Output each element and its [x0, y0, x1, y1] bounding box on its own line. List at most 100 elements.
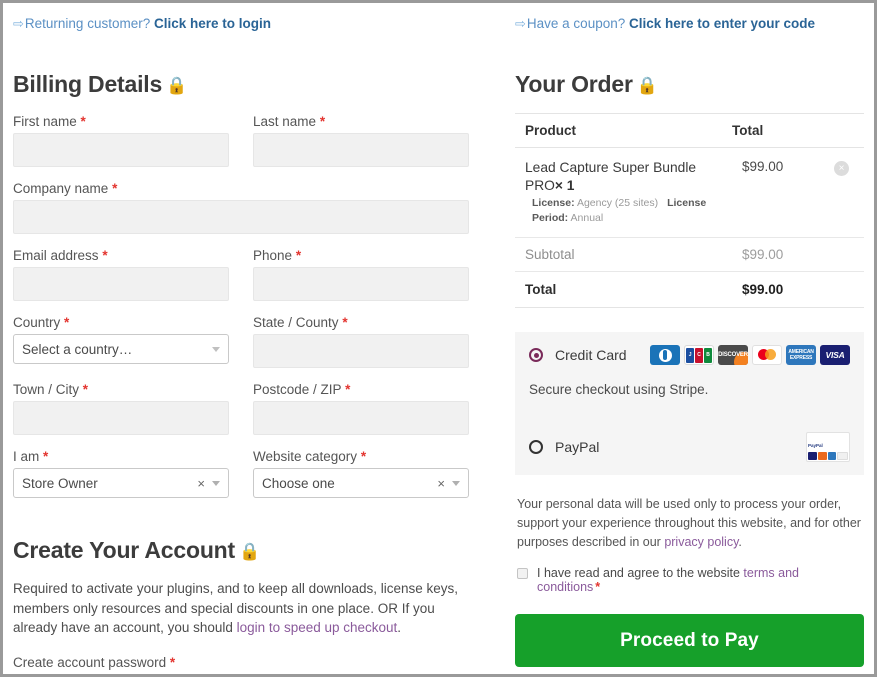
company-name-input[interactable]	[13, 200, 469, 234]
remove-item-icon[interactable]: ×	[834, 161, 849, 176]
required-marker: *	[342, 315, 348, 330]
required-marker: *	[295, 248, 302, 263]
visa-icon: VISA	[820, 345, 850, 365]
paypal-card-strip	[808, 452, 848, 460]
required-marker: *	[82, 382, 89, 397]
password-label: Create account password *	[13, 654, 469, 671]
lock-icon: 🔒	[166, 76, 188, 95]
website-category-label: Website category *	[253, 448, 469, 465]
phone-input[interactable]	[253, 267, 469, 301]
required-marker: *	[169, 654, 176, 670]
product-column-header: Product	[515, 113, 732, 148]
your-order-label: Your Order	[515, 71, 633, 97]
coupon-text: Have a coupon?	[526, 16, 626, 31]
website-category-select-value: Choose one	[262, 475, 335, 491]
last-name-input[interactable]	[253, 133, 469, 167]
create-account-title: Create Your Account 🔒	[13, 537, 469, 565]
required-marker: *	[64, 315, 70, 330]
postcode-field-group: Postcode / ZIP *	[253, 381, 469, 435]
i-am-select[interactable]: Store Owner ×	[13, 468, 229, 498]
required-marker: *	[319, 114, 326, 129]
company-name-label: Company name *	[13, 180, 469, 197]
last-name-field-group: Last name *	[253, 113, 469, 167]
state-field-group: State / County *	[253, 314, 469, 368]
order-table-header-row: Product Total	[515, 113, 864, 148]
required-marker: *	[595, 580, 601, 594]
license-period-value: Annual	[570, 212, 604, 224]
state-label-text: State / County	[253, 315, 339, 330]
clear-icon[interactable]: ×	[197, 477, 205, 490]
returning-customer-notice: ⇨Returning customer? Click here to login	[13, 15, 469, 33]
login-link[interactable]: Click here to login	[154, 16, 271, 31]
billing-details-label: Billing Details	[13, 71, 163, 97]
payment-method-paypal[interactable]: PayPal PayPal	[515, 419, 864, 475]
credit-card-radio[interactable]	[529, 348, 543, 362]
product-quantity: × 1	[554, 178, 575, 193]
total-row: Total $99.00	[515, 271, 864, 308]
order-summary-table: Product Total Lead Capture Super Bundle …	[515, 113, 864, 308]
paypal-badge-label: PayPal	[808, 443, 823, 448]
first-name-label-text: First name	[13, 114, 77, 129]
phone-label-text: Phone	[253, 248, 293, 263]
lock-icon: 🔒	[239, 542, 261, 561]
proceed-to-pay-button[interactable]: Proceed to Pay	[515, 614, 864, 667]
terms-checkbox[interactable]	[517, 568, 528, 579]
i-am-field-group: I am * Store Owner ×	[13, 448, 229, 498]
city-input[interactable]	[13, 401, 229, 435]
state-label: State / County *	[253, 314, 469, 331]
email-input[interactable]	[13, 267, 229, 301]
required-marker: *	[43, 449, 49, 464]
discover-icon: DISCOVER	[718, 345, 748, 365]
password-input[interactable]	[13, 673, 469, 674]
first-name-input[interactable]	[13, 133, 229, 167]
terms-agreement: I have read and agree to the website ter…	[515, 566, 864, 594]
paypal-radio[interactable]	[529, 440, 543, 454]
billing-details-title: Billing Details 🔒	[13, 71, 469, 99]
country-select-value: Select a country…	[22, 341, 133, 357]
state-input[interactable]	[253, 334, 469, 368]
first-name-label: First name *	[13, 113, 229, 130]
product-meta: License: Agency (25 sites) License Period…	[525, 196, 732, 226]
paypal-label: PayPal	[555, 439, 600, 455]
privacy-policy-link[interactable]: privacy policy	[664, 535, 738, 549]
password-field-group: Create account password *	[13, 654, 469, 674]
coupon-link[interactable]: Click here to enter your code	[629, 16, 815, 31]
total-value: $99.00	[742, 282, 784, 297]
clear-icon[interactable]: ×	[437, 477, 445, 490]
your-order-title: Your Order 🔒	[515, 71, 864, 99]
website-category-field-group: Website category * Choose one ×	[253, 448, 469, 498]
total-column-header: Total	[732, 113, 824, 148]
paypal-badge-icon: PayPal	[806, 432, 850, 462]
order-column: ⇨Have a coupon? Click here to enter your…	[479, 11, 864, 674]
account-blurb-part2: .	[397, 620, 402, 635]
postcode-input[interactable]	[253, 401, 469, 435]
visa-text: VISA	[825, 350, 845, 360]
chevron-down-icon	[212, 346, 220, 352]
phone-label: Phone *	[253, 247, 469, 264]
company-name-label-text: Company name	[13, 181, 109, 196]
remove-column-header	[824, 113, 864, 148]
arrow-right-icon: ⇨	[13, 16, 24, 31]
total-value-cell: $99.00	[732, 271, 824, 308]
country-field-group: Country * Select a country…	[13, 314, 229, 368]
total-spacer	[824, 271, 864, 308]
amex-text: AMERICAN EXPRESS	[788, 349, 814, 361]
country-select[interactable]: Select a country…	[13, 334, 229, 364]
required-marker: *	[112, 181, 118, 196]
privacy-notice: Your personal data will be used only to …	[515, 495, 864, 552]
remove-cell: ×	[824, 147, 864, 238]
website-category-select[interactable]: Choose one ×	[253, 468, 469, 498]
payment-method-credit-card[interactable]: Credit Card J C B DISCOVER AMERICAN EXPR…	[515, 332, 864, 378]
postcode-label-text: Postcode / ZIP	[253, 382, 342, 397]
i-am-label-text: I am	[13, 449, 40, 464]
product-price: $99.00	[742, 159, 784, 174]
subtotal-value-cell: $99.00	[732, 237, 824, 272]
jcb-letter-j: J	[686, 347, 694, 363]
email-field-group: Email address *	[13, 247, 229, 301]
subtotal-value: $99.00	[742, 247, 784, 262]
phone-field-group: Phone *	[253, 247, 469, 301]
login-speedup-link[interactable]: login to speed up checkout	[237, 620, 398, 635]
account-blurb: Required to activate your plugins, and t…	[13, 579, 469, 638]
email-label-text: Email address	[13, 248, 99, 263]
mastercard-icon	[752, 345, 782, 365]
